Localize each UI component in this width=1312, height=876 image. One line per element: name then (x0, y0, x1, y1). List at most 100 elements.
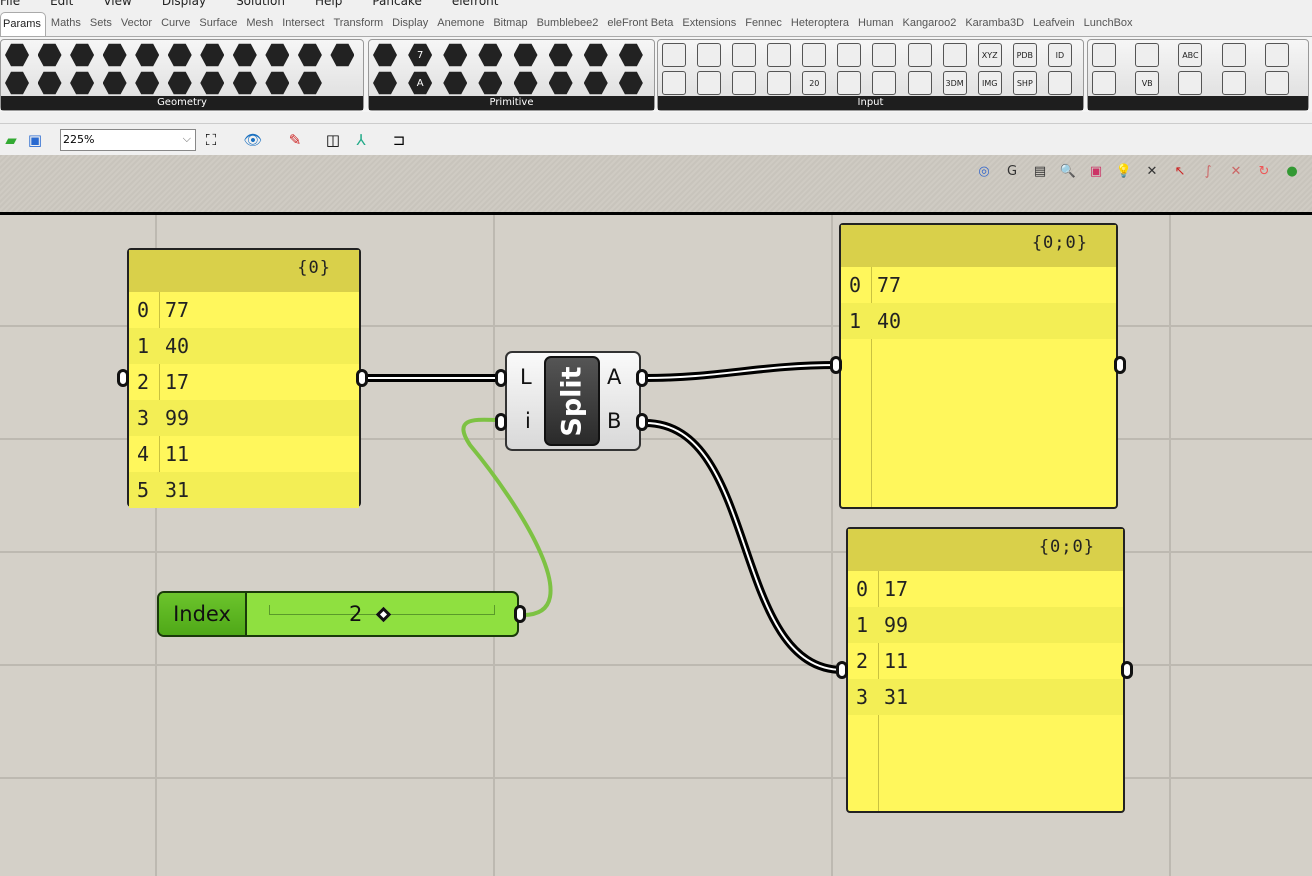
zoom-extents-icon[interactable]: ⛶ (200, 129, 222, 151)
preview-eye-icon[interactable]: 👁 (242, 129, 264, 151)
tab-display[interactable]: Display (388, 12, 433, 36)
ring-icon[interactable] (1221, 71, 1246, 95)
time-icon[interactable] (513, 71, 538, 95)
group-icon[interactable] (232, 71, 257, 95)
split-port-L[interactable] (495, 369, 507, 387)
geometry-pipeline-icon[interactable] (330, 43, 355, 67)
read-file-icon[interactable] (1047, 71, 1072, 95)
mesh-icon[interactable] (135, 71, 160, 95)
tab-vector[interactable]: Vector (116, 12, 156, 36)
integer-7-icon[interactable]: 7 (408, 43, 433, 67)
colour-picker-icon[interactable] (837, 71, 862, 95)
number-slider[interactable]: Index 2 (157, 591, 519, 637)
number-0.1-icon[interactable] (373, 71, 397, 95)
location-icon[interactable] (265, 71, 290, 95)
menu-item-pancake[interactable]: Pancake (372, 0, 422, 8)
tab-heteroptera[interactable]: Heteroptera (786, 12, 853, 36)
vector-icon[interactable] (5, 43, 29, 67)
refresh-icon[interactable]: ↻ (1253, 160, 1275, 182)
tab-leafvein[interactable]: Leafvein (1029, 12, 1080, 36)
tab-bitmap[interactable]: Bitmap (489, 12, 532, 36)
menu-item-help[interactable]: Help (315, 0, 342, 8)
spiral-icon[interactable] (297, 43, 322, 67)
tab-maths[interactable]: Maths (46, 12, 85, 36)
component-icon[interactable]: ◫ (322, 129, 344, 151)
xyz-icon[interactable]: XYZ (977, 43, 1002, 67)
menu-item-file[interactable]: File (0, 0, 20, 8)
menu-item-solution[interactable]: Solution (236, 0, 285, 8)
bulb-icon[interactable]: 💡 (1113, 160, 1135, 182)
plane-icon[interactable] (70, 43, 95, 67)
arc-icon[interactable] (37, 71, 62, 95)
twisted-box-icon[interactable] (200, 71, 225, 95)
panel-input-port[interactable] (836, 661, 848, 679)
tab-params[interactable]: Params (0, 12, 47, 36)
tab-karamba3d[interactable]: Karamba3D (961, 12, 1029, 36)
rooster-icon[interactable] (1135, 43, 1160, 67)
panel-input-port[interactable] (830, 356, 842, 374)
tab-bumblebee2[interactable]: Bumblebee2 (532, 12, 603, 36)
cluster-icon[interactable]: ⊐ (388, 129, 410, 151)
script-icon[interactable] (618, 43, 643, 67)
menu-item-display[interactable]: Display (162, 0, 206, 8)
field-icon[interactable] (232, 43, 257, 67)
img-icon[interactable]: IMG (977, 71, 1002, 95)
save-icon[interactable]: ▣ (24, 129, 46, 151)
atom-icon[interactable] (297, 71, 322, 95)
panel-output-port[interactable] (356, 369, 368, 387)
gha-icon[interactable]: ◎ (973, 160, 995, 182)
value-list-icon[interactable] (732, 71, 757, 95)
split-port-B[interactable] (636, 413, 648, 431)
tab-extensions[interactable]: Extensions (678, 12, 741, 36)
panel-output-B[interactable]: {0;0} 0 17 1 99 2 11 3 31 (846, 527, 1125, 813)
tab-anemone[interactable]: Anemone (433, 12, 489, 36)
tab-mesh[interactable]: Mesh (242, 12, 278, 36)
tab-sets[interactable]: Sets (85, 12, 116, 36)
3dm-icon[interactable]: 3DM (942, 71, 967, 95)
brep-icon[interactable] (135, 43, 160, 67)
color-swatch-icon[interactable] (802, 43, 827, 67)
open-file-icon[interactable]: ▰ (0, 129, 22, 151)
rectangle-icon[interactable] (102, 43, 127, 67)
tree-icon[interactable] (1178, 71, 1203, 95)
tab-human[interactable]: Human (854, 12, 898, 36)
panel-icon[interactable] (767, 43, 792, 67)
data-output-icon[interactable] (662, 43, 686, 67)
gradient-icon[interactable] (662, 71, 686, 95)
surface-icon[interactable] (167, 43, 192, 67)
button-icon[interactable] (697, 71, 722, 95)
panel-output-A[interactable]: {0;0} 0 77 1 40 (839, 223, 1118, 509)
toggle-icon[interactable] (732, 43, 757, 67)
wire-icon[interactable]: ✕ (1141, 160, 1163, 182)
pencil-icon[interactable] (1264, 71, 1289, 95)
colour-wheel-icon[interactable] (872, 43, 897, 67)
menu-item-elefront[interactable]: elefront (452, 0, 499, 8)
line-icon[interactable] (70, 71, 95, 95)
cross-wire-icon[interactable]: ✕ (1225, 160, 1247, 182)
split-list-component[interactable]: L i Split A B (505, 351, 641, 451)
menu-item-edit[interactable]: Edit (50, 0, 73, 8)
shp-icon[interactable]: SHP (1012, 71, 1037, 95)
record-icon[interactable] (1264, 43, 1289, 67)
input-L[interactable]: L (520, 365, 532, 389)
panel-output-port[interactable] (1114, 356, 1126, 374)
shader-icon[interactable] (548, 43, 573, 67)
split-port-i[interactable] (495, 413, 507, 431)
abc-icon[interactable]: ABC (1178, 43, 1203, 67)
point-icon[interactable] (5, 71, 29, 95)
control-knob-icon[interactable] (767, 71, 792, 95)
traffic-light-icon[interactable]: ● (1281, 160, 1303, 182)
panel-input-port[interactable] (117, 369, 129, 387)
text-icon[interactable] (167, 71, 192, 95)
gha-sync-icon[interactable]: G (1001, 160, 1023, 182)
import-icon[interactable] (907, 71, 932, 95)
grasshopper-canvas[interactable]: {0} 0 77 1 40 2 17 3 99 4 11 5 31 {0;0} 0 77 1 40 {0;0} 0… (0, 212, 1312, 876)
complex-icon[interactable] (443, 43, 468, 67)
select-delete-icon[interactable]: ↖ (1169, 160, 1191, 182)
sketch-pen-icon[interactable]: ✎ (284, 129, 306, 151)
mouse-wire-icon[interactable]: ∫ (1197, 160, 1219, 182)
boolean-icon[interactable] (373, 43, 397, 67)
package-icon[interactable]: ▣ (1085, 160, 1107, 182)
tab-fennec[interactable]: Fennec (741, 12, 787, 36)
guid-icon[interactable] (513, 43, 538, 67)
